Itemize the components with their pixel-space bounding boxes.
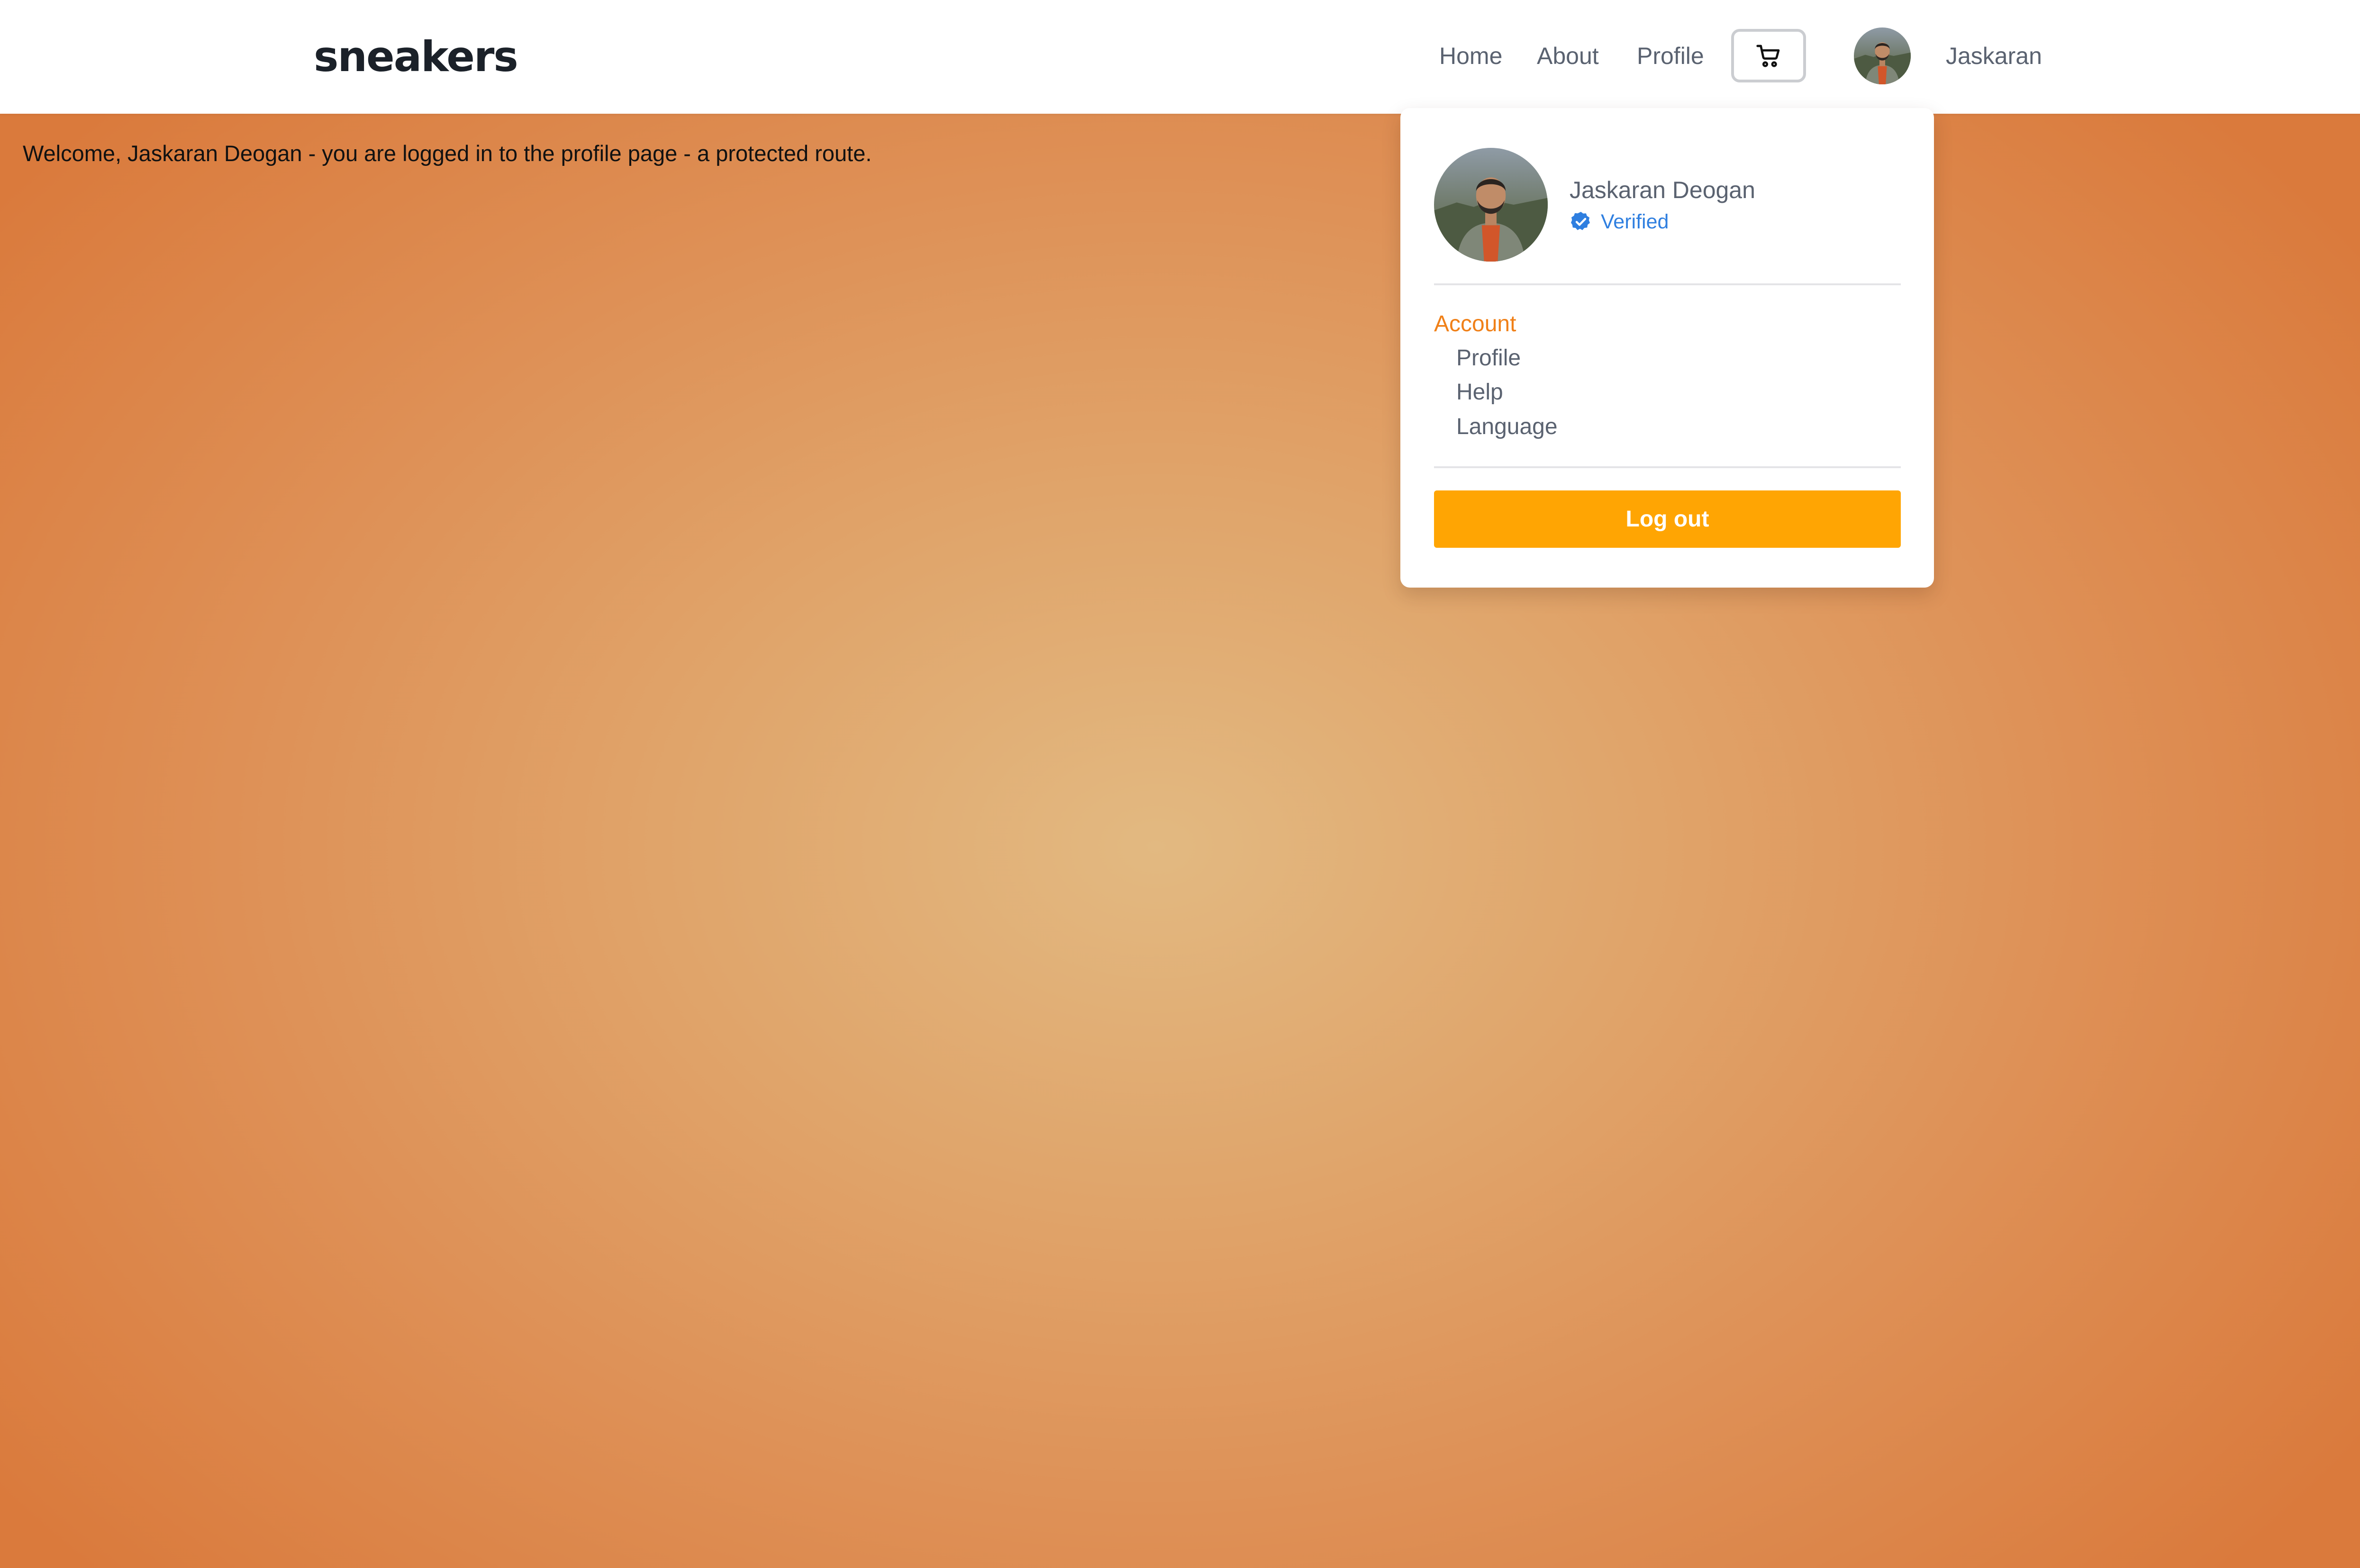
user-avatar-photo-large <box>1434 148 1548 262</box>
verified-label: Verified <box>1601 210 1669 233</box>
top-navbar: sneakers Home About Profile Jaskaran <box>0 0 2360 114</box>
divider <box>1434 283 1901 285</box>
nav-profile-link[interactable]: Profile <box>1637 39 1704 73</box>
cart-button[interactable] <box>1731 29 1806 82</box>
welcome-message: Welcome, Jaskaran Deogan - you are logge… <box>23 141 872 166</box>
menu-item-help[interactable]: Help <box>1456 377 1503 408</box>
logo[interactable]: sneakers <box>314 28 518 85</box>
nav-about-link[interactable]: About <box>1537 39 1599 73</box>
divider <box>1434 466 1901 468</box>
user-menu-name[interactable]: Jaskaran <box>1946 39 2042 73</box>
user-dropdown-menu: Jaskaran Deogan Verified Account Profile… <box>1400 108 1934 588</box>
verified-badge-icon <box>1571 212 1590 230</box>
user-avatar-photo <box>1854 27 1911 84</box>
profile-full-name: Jaskaran Deogan <box>1570 177 1755 203</box>
shopping-cart-icon <box>1756 45 1780 67</box>
nav-home-link[interactable]: Home <box>1439 39 1502 73</box>
profile-avatar <box>1434 148 1548 262</box>
account-section-title: Account <box>1434 311 1516 336</box>
verified-status: Verified <box>1570 208 1669 236</box>
menu-item-profile[interactable]: Profile <box>1456 343 1521 374</box>
menu-item-language[interactable]: Language <box>1456 411 1558 443</box>
user-avatar[interactable] <box>1854 27 1911 84</box>
logout-button[interactable]: Log out <box>1434 490 1901 548</box>
